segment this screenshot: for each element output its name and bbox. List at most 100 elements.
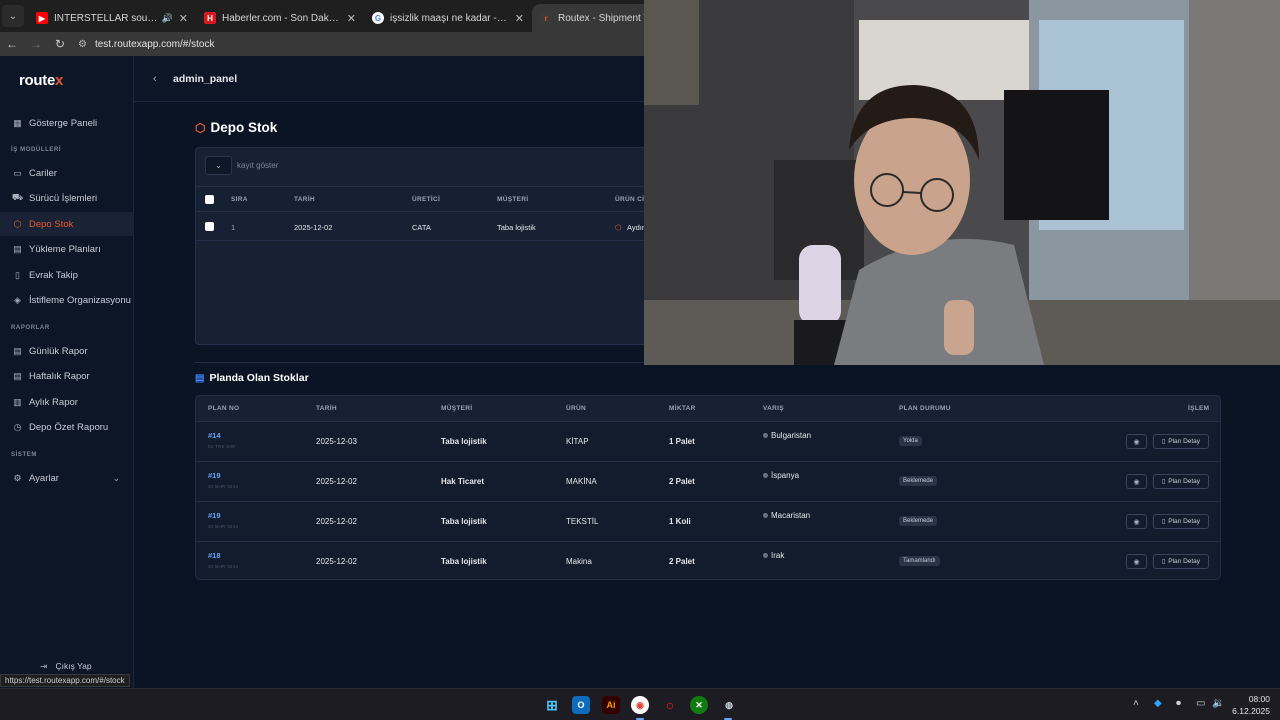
column-header: İŞLEM [1188, 405, 1210, 412]
close-tab-icon[interactable]: ✕ [179, 12, 188, 25]
steam-icon[interactable]: ◍ [720, 696, 738, 714]
sidebar-item-settings[interactable]: ⚙ Ayarlar ⌄ [0, 466, 134, 490]
logout-button[interactable]: ⇥ Çıkış Yap [40, 661, 92, 672]
routex-icon: r [540, 12, 552, 24]
opera-icon[interactable]: ○ [661, 696, 679, 714]
forward-icon[interactable]: → [24, 37, 48, 51]
sidebar-item-driver-ops[interactable]: ⛟ Sürücü İşlemleri [0, 186, 134, 210]
plan-detail-button[interactable]: ▯ Plan Detay [1153, 474, 1209, 489]
table-row: #19 34 BHR 3434 2025-12-02 Taba lojistik… [196, 502, 1220, 542]
close-tab-icon[interactable]: ✕ [347, 12, 356, 25]
sidebar-item-dashboard[interactable]: ▦ Gösterge Paneli [0, 111, 134, 135]
view-button[interactable]: ◉ [1126, 434, 1147, 449]
row-producer: CATA [412, 223, 431, 232]
briefcase-icon: ▭ [13, 167, 22, 178]
plan-number-link[interactable]: #18 [208, 551, 221, 560]
routex-logo[interactable]: routex [19, 72, 63, 89]
view-button[interactable]: ◉ [1126, 554, 1147, 569]
illustrator-icon[interactable]: Ai [602, 696, 620, 714]
plan-destination: Bulgaristan [763, 431, 811, 440]
plate-number: 34 BHR 3434 [208, 524, 239, 529]
chrome-icon[interactable]: ◉ [631, 696, 649, 714]
sidebar-item-stacking[interactable]: ◈ İstifleme Organizasyonu [0, 288, 134, 312]
sidebar-item-label: Aylık Rapor [29, 396, 78, 408]
sidebar-item-weekly-report[interactable]: ▤ Haftalık Rapor [0, 364, 134, 388]
site-info-icon[interactable]: ⚙ [78, 39, 87, 50]
column-header: VARIŞ [763, 405, 784, 412]
chevron-left-icon[interactable]: ‹ [153, 73, 157, 85]
sidebar-item-monthly-report[interactable]: ▥ Aylık Rapor [0, 390, 134, 414]
audio-icon[interactable]: 🔊 [162, 13, 173, 24]
page-title: ⬡ Depo Stok [195, 120, 278, 135]
view-button[interactable]: ◉ [1126, 474, 1147, 489]
sidebar-item-depot-stock[interactable]: ⬡ Depo Stok [0, 212, 134, 236]
plan-quantity: 1 Koli [669, 517, 691, 526]
plan-detail-button[interactable]: ▯ Plan Detay [1153, 554, 1209, 569]
microphone-icon[interactable]: ⏺ [1176, 698, 1181, 709]
tray-app-icon[interactable]: ◆ [1154, 698, 1162, 709]
sidebar-item-label: Depo Özet Raporu [29, 421, 109, 433]
sidebar-item-label: Gösterge Paneli [29, 117, 98, 129]
eye-icon: ◉ [1133, 518, 1140, 526]
column-header[interactable]: ÜRETİCİ [412, 196, 440, 203]
start-icon[interactable]: ⊞ [543, 696, 561, 714]
plan-detail-button[interactable]: ▯ Plan Detay [1153, 434, 1209, 449]
sidebar-item-label: Sürücü İşlemleri [29, 192, 98, 204]
sidebar-item-label: İstifleme Organizasyonu [29, 294, 131, 306]
table-row: #19 34 BHR 3434 2025-12-02 Hak Ticaret M… [196, 462, 1220, 502]
document-icon: ▯ [1161, 439, 1166, 445]
row-checkbox[interactable] [205, 222, 214, 231]
sidebar-item-depot-summary[interactable]: ◷ Depo Özet Raporu [0, 415, 134, 439]
truck-icon: ⛟ [11, 192, 24, 202]
clipboard-icon: ▤ [13, 243, 22, 254]
network-icon[interactable]: ▭ [1196, 698, 1205, 709]
back-icon[interactable]: ← [0, 37, 24, 51]
table-row[interactable]: 1 2025-12-02 CATA Taba lojistik ⬡ Aydın [196, 213, 654, 241]
sidebar-item-daily-report[interactable]: ▤ Günlük Rapor [0, 339, 134, 363]
plan-number-link[interactable]: #14 [208, 431, 221, 440]
plan-product: MAKİNA [566, 477, 597, 486]
chevron-up-icon[interactable]: ˄ [1133, 698, 1139, 709]
eye-icon: ◉ [1133, 558, 1140, 566]
sidebar: routex ▦ Gösterge Paneli İŞ MODÜLLERİ ▭ … [0, 56, 134, 688]
view-button[interactable]: ◉ [1126, 514, 1147, 529]
grid-icon: ▦ [13, 117, 22, 128]
location-icon [763, 553, 768, 558]
page-size-select[interactable]: ⌄ [205, 156, 232, 175]
plans-section-title: ▤ Planda Olan Stoklar [195, 372, 309, 384]
report-icon: ▤ [13, 345, 22, 356]
plan-quantity: 1 Palet [669, 437, 695, 446]
select-all-checkbox[interactable] [205, 195, 214, 204]
sidebar-item-label: Haftalık Rapor [29, 370, 90, 382]
xbox-icon[interactable]: ✕ [690, 696, 708, 714]
plan-number-link[interactable]: #19 [208, 511, 221, 520]
column-header[interactable]: MÜŞTERİ [497, 196, 528, 203]
browser-tab[interactable]: ▶ INTERSTELLAR soundtrack 🔊 ✕ [28, 4, 196, 32]
page-size-control: ⌄ kayıt göster [205, 156, 278, 175]
clock[interactable]: 08:00 6.12.2025 [1232, 693, 1270, 717]
plan-detail-button[interactable]: ▯ Plan Detay [1153, 514, 1209, 529]
browser-tab[interactable]: H Haberler.com - Son Dakika Hab ✕ [196, 4, 364, 32]
plate-number: 34 BHR 3434 [208, 564, 239, 569]
column-header: MİKTAR [669, 405, 696, 412]
chevron-down-icon: ⌄ [112, 472, 120, 483]
close-tab-icon[interactable]: ✕ [515, 12, 524, 25]
outlook-icon[interactable]: O [572, 696, 590, 714]
row-customer: Taba lojistik [497, 223, 536, 232]
column-header[interactable]: SIRA [231, 196, 248, 203]
volume-icon[interactable]: 🔉 [1212, 698, 1224, 709]
column-header: ÜRÜN [566, 405, 586, 412]
sidebar-item-document-tracking[interactable]: ▯ Evrak Takip [0, 263, 134, 287]
location-icon [763, 473, 768, 478]
reload-icon[interactable]: ↻ [48, 37, 72, 51]
plate-number: 34 BHR 3434 [208, 484, 239, 489]
sidebar-item-cariler[interactable]: ▭ Cariler [0, 161, 134, 185]
sidebar-section-business: İŞ MODÜLLERİ [11, 147, 62, 153]
table-header: PLAN NO TARİH MÜŞTERİ ÜRÜN MİKTAR VARIŞ … [196, 396, 1220, 422]
tab-search-icon[interactable]: ⌄ [2, 5, 24, 27]
column-header[interactable]: TARİH [294, 196, 315, 203]
sidebar-item-load-plans[interactable]: ▤ Yükleme Planları [0, 237, 134, 261]
tab-title: Haberler.com - Son Dakika Hab [222, 12, 341, 24]
browser-tab[interactable]: G işsizlik maaşı ne kadar - Google ✕ [364, 4, 532, 32]
plan-number-link[interactable]: #19 [208, 471, 221, 480]
